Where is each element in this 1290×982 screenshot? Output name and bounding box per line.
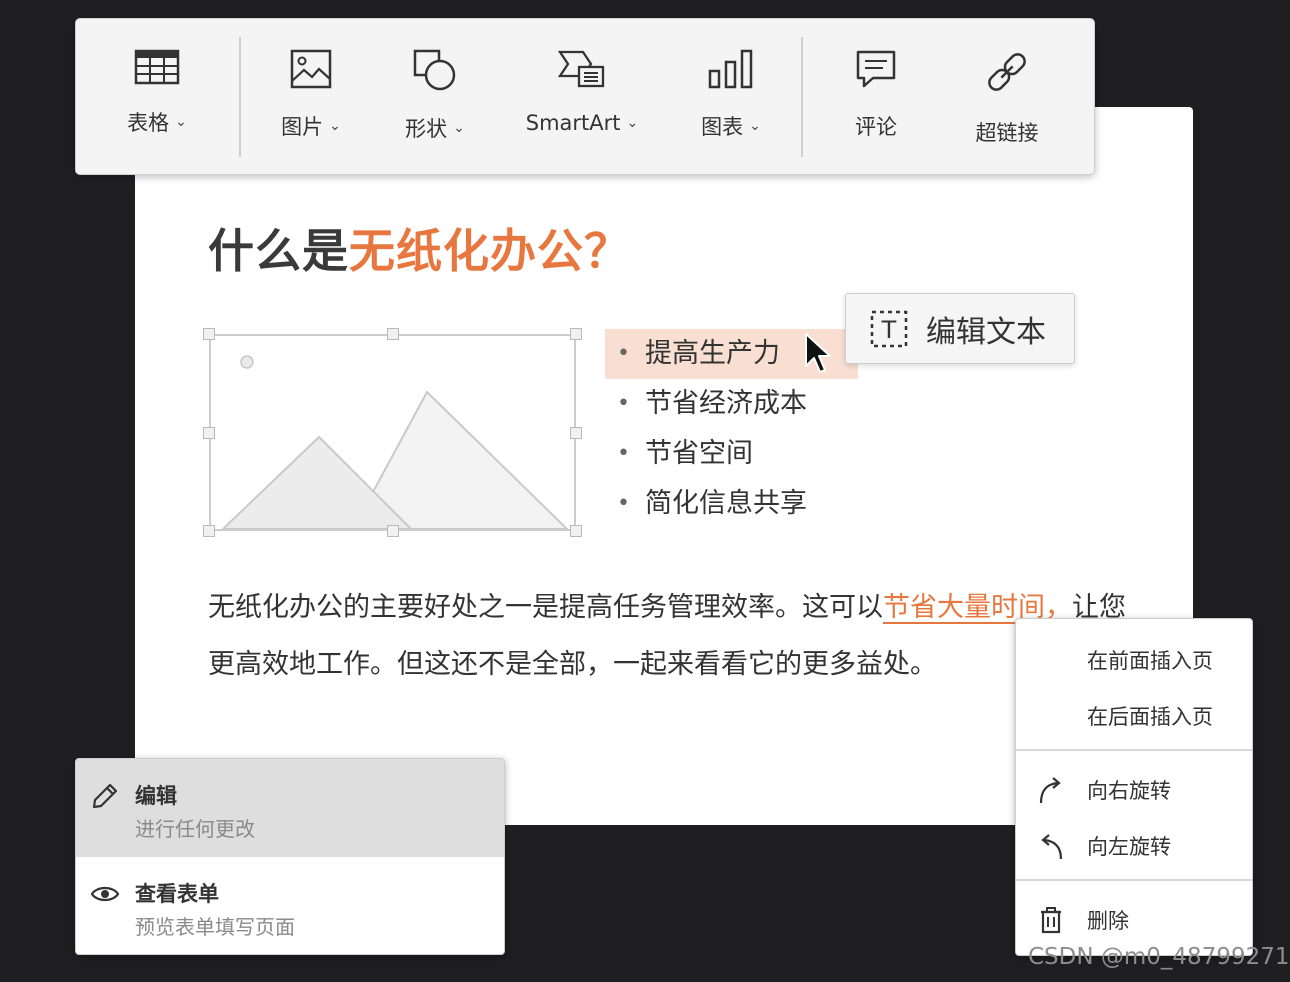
shapes-icon xyxy=(413,49,456,91)
chevron-down-icon: ⌄ xyxy=(453,120,465,136)
resize-handle-right[interactable] xyxy=(570,427,582,439)
resize-handle-bottom[interactable] xyxy=(387,525,399,537)
rotate-left-icon xyxy=(1041,834,1063,860)
smartart-icon xyxy=(557,50,605,88)
paragraph-text-start: 无纸化办公的主要好处之一是提高任务管理效率。这可以 xyxy=(208,592,883,623)
menu-divider xyxy=(1016,879,1252,881)
toolbar-comment-label: 评论 xyxy=(855,115,897,139)
rotate-right-icon xyxy=(1039,777,1061,804)
menu-item-rotate-right[interactable]: 向右旋转 xyxy=(1016,769,1252,809)
bullet-item-sharing[interactable]: 简化信息共享 xyxy=(605,479,858,529)
mouse-cursor-icon xyxy=(805,333,831,373)
toolbar-comment-button[interactable]: 评论 xyxy=(806,49,946,141)
eye-icon xyxy=(90,886,120,902)
link-icon xyxy=(988,53,1026,91)
toolbar-smartart-label: SmartArt xyxy=(525,111,621,135)
edit-text-button[interactable]: T 编辑文本 xyxy=(845,293,1075,364)
toolbar-shapes-label: 形状 xyxy=(405,117,448,141)
title-accent: 无纸化办公？ xyxy=(349,224,631,278)
mountain-image-icon xyxy=(221,355,569,529)
resize-handle-bottom-right[interactable] xyxy=(570,525,582,537)
mode-menu-edit[interactable]: 编辑 进行任何更改 xyxy=(76,759,504,857)
toolbar-smartart-button[interactable]: SmartArt ⌄ xyxy=(512,49,652,135)
image-placeholder[interactable] xyxy=(203,328,582,537)
chevron-down-icon: ⌄ xyxy=(749,118,761,134)
menu-divider xyxy=(1016,749,1252,751)
menu-item-insert-before-label: 在前面插入页 xyxy=(1087,649,1213,673)
resize-handle-bottom-left[interactable] xyxy=(203,525,215,537)
menu-item-rotate-left-label: 向左旋转 xyxy=(1087,835,1171,859)
trash-icon xyxy=(1041,907,1061,934)
body-paragraph[interactable]: 无纸化办公的主要好处之一是提高任务管理效率。这可以节省大量时间，让您更高效地工作… xyxy=(208,579,1128,693)
mode-menu-edit-subtitle: 进行任何更改 xyxy=(135,817,255,841)
resize-handle-top[interactable] xyxy=(387,328,399,340)
mode-menu-view-form-subtitle: 预览表单填写页面 xyxy=(135,915,295,939)
chevron-down-icon: ⌄ xyxy=(329,118,341,134)
toolbar-chart-button[interactable]: 图表 ⌄ xyxy=(661,49,801,141)
mode-menu: 编辑 进行任何更改 查看表单 预览表单填写页面 xyxy=(75,758,505,955)
menu-item-delete[interactable]: 删除 xyxy=(1016,899,1252,939)
pencil-icon xyxy=(92,783,118,809)
toolbar-shapes-button[interactable]: 形状 ⌄ xyxy=(365,49,505,143)
menu-item-rotate-left[interactable]: 向左旋转 xyxy=(1016,825,1252,865)
chevron-down-icon: ⌄ xyxy=(626,115,639,131)
menu-item-insert-before[interactable]: 在前面插入页 xyxy=(1016,639,1252,679)
page-context-menu: 在前面插入页 在后面插入页 向右旋转 向左旋转 删除 xyxy=(1015,618,1253,956)
chevron-down-icon: ⌄ xyxy=(175,114,187,130)
text-box-icon: T xyxy=(870,310,908,347)
chart-icon xyxy=(708,49,753,89)
mode-menu-view-form[interactable]: 查看表单 预览表单填写页面 xyxy=(76,857,504,954)
mode-menu-edit-title: 编辑 xyxy=(135,784,177,808)
bullet-item-cost[interactable]: 节省经济成本 xyxy=(605,379,858,429)
menu-item-insert-after[interactable]: 在后面插入页 xyxy=(1016,695,1252,735)
toolbar-table-label: 表格 xyxy=(127,111,170,135)
watermark: CSDN @m0_48799271 xyxy=(1028,944,1290,970)
insert-toolbar: 表格 ⌄ 图片 ⌄ 形状 ⌄ SmartArt ⌄ 图表 ⌄ 评论 超链接 xyxy=(75,18,1095,175)
bullet-item-space[interactable]: 节省空间 xyxy=(605,429,858,479)
resize-handle-top-left[interactable] xyxy=(203,328,215,340)
edit-text-label: 编辑文本 xyxy=(926,314,1046,350)
comment-icon xyxy=(856,50,896,88)
resize-handle-top-right[interactable] xyxy=(570,328,582,340)
table-icon xyxy=(134,49,180,85)
slide-title[interactable]: 什么是无纸化办公？ xyxy=(208,215,631,281)
image-icon xyxy=(290,49,332,89)
menu-item-rotate-right-label: 向右旋转 xyxy=(1087,779,1171,803)
toolbar-hyperlink-button[interactable]: 超链接 xyxy=(937,49,1077,147)
menu-item-insert-after-label: 在后面插入页 xyxy=(1087,705,1213,729)
title-prefix: 什么是 xyxy=(208,224,349,278)
toolbar-chart-label: 图表 xyxy=(701,115,744,139)
toolbar-image-label: 图片 xyxy=(281,115,324,139)
toolbar-divider xyxy=(801,37,803,157)
resize-handle-left[interactable] xyxy=(203,427,215,439)
toolbar-table-button[interactable]: 表格 ⌄ xyxy=(87,49,227,137)
menu-item-delete-label: 删除 xyxy=(1087,909,1129,933)
toolbar-hyperlink-label: 超链接 xyxy=(975,121,1039,145)
svg-text:T: T xyxy=(881,316,897,344)
mode-menu-view-form-title: 查看表单 xyxy=(135,882,219,906)
toolbar-image-button[interactable]: 图片 ⌄ xyxy=(241,49,381,141)
